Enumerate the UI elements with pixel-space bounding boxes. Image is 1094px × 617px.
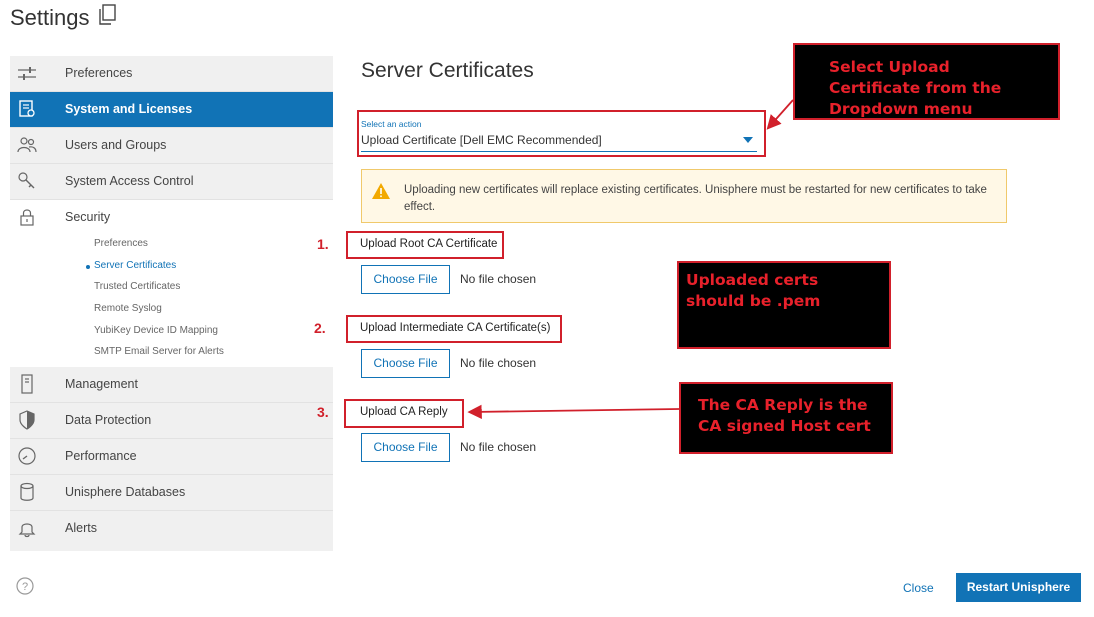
- step-number: 2.: [314, 320, 326, 336]
- upload-title-intermediate-ca: Upload Intermediate CA Certificate(s): [360, 322, 551, 334]
- warning-icon: [372, 183, 390, 199]
- sidebar-item-security[interactable]: Security: [10, 200, 333, 236]
- sidebar-item-system-access-control[interactable]: System Access Control: [10, 164, 333, 200]
- sidebar-item-alerts[interactable]: Alerts: [10, 511, 333, 547]
- file-status: No file chosen: [460, 272, 537, 286]
- svg-text:?: ?: [22, 581, 28, 593]
- sidebar-subitem-remote-syslog[interactable]: Remote Syslog: [94, 303, 162, 314]
- file-status: No file chosen: [460, 440, 537, 454]
- gauge-icon: [18, 447, 36, 465]
- sidebar-subitem-trusted-certificates[interactable]: Trusted Certificates: [94, 281, 180, 292]
- choose-file-ca-reply-button[interactable]: Choose File: [361, 433, 450, 462]
- choose-file-root-ca-button[interactable]: Choose File: [361, 265, 450, 294]
- sliders-icon: [18, 67, 36, 80]
- warning-banner: Uploading new certificates will replace …: [361, 169, 1007, 223]
- choose-file-intermediate-ca-button[interactable]: Choose File: [361, 349, 450, 378]
- annotation-callout-dropdown: Select Upload Certificate from the Dropd…: [793, 43, 1060, 120]
- sidebar-subitem-yubikey-mapping[interactable]: YubiKey Device ID Mapping: [94, 325, 218, 336]
- annotation-text: The CA Reply is the CA signed Host cert: [698, 396, 871, 435]
- database-icon: [20, 482, 34, 501]
- sidebar-item-label: Management: [65, 377, 138, 391]
- sidebar-item-system-and-licenses[interactable]: System and Licenses: [10, 92, 333, 128]
- users-icon: [17, 137, 37, 153]
- sidebar-item-label: Preferences: [65, 66, 133, 80]
- annotation-callout-pem: Uploaded certs should be .pem: [677, 261, 891, 349]
- sidebar-subitem-smtp-email-server[interactable]: SMTP Email Server for Alerts: [94, 346, 224, 357]
- sidebar-item-label: Security: [65, 210, 111, 224]
- page-title: Settings: [10, 5, 90, 30]
- key-icon: [18, 172, 35, 189]
- arrow-to-dropdown: [766, 99, 794, 130]
- sidebar-item-users-and-groups[interactable]: Users and Groups: [10, 128, 333, 164]
- sidebar-item-label: Performance: [65, 449, 137, 463]
- lock-icon: [20, 209, 34, 226]
- step-number: 1.: [317, 236, 329, 252]
- sidebar-subitem-server-certificates[interactable]: Server Certificates: [94, 260, 176, 271]
- bell-icon: [18, 523, 36, 538]
- sidebar-item-label: Users and Groups: [65, 138, 167, 152]
- active-indicator-dot: [86, 265, 90, 269]
- annotation-callout-ca-reply: The CA Reply is the CA signed Host cert: [679, 382, 893, 454]
- sidebar-item-preferences[interactable]: Preferences: [10, 56, 333, 92]
- restart-unisphere-button[interactable]: Restart Unisphere: [956, 573, 1081, 602]
- arrow-to-ca-reply: [467, 404, 680, 420]
- file-status: No file chosen: [460, 356, 537, 370]
- annotation-text: Select Upload Certificate from the Dropd…: [829, 58, 1002, 118]
- sidebar-subitem-preferences[interactable]: Preferences: [94, 238, 148, 249]
- server-icon: [21, 374, 33, 394]
- sidebar-item-management[interactable]: Management: [10, 367, 333, 403]
- sidebar-item-label: Alerts: [65, 521, 97, 535]
- shield-icon: [19, 410, 35, 430]
- main-title: Server Certificates: [361, 59, 534, 82]
- sidebar-item-label: System and Licenses: [65, 102, 193, 116]
- help-icon[interactable]: ?: [16, 577, 34, 595]
- upload-title-root-ca: Upload Root CA Certificate: [360, 238, 498, 250]
- copy-icon[interactable]: [97, 4, 117, 26]
- sidebar-item-label: Data Protection: [65, 413, 152, 427]
- step-number: 3.: [317, 404, 329, 420]
- sidebar-item-label: Unisphere Databases: [65, 485, 186, 499]
- warning-text: Uploading new certificates will replace …: [404, 184, 987, 213]
- upload-title-ca-reply: Upload CA Reply: [360, 406, 448, 418]
- sidebar-item-data-protection[interactable]: Data Protection: [10, 403, 333, 439]
- sidebar-item-label: System Access Control: [65, 174, 194, 188]
- sidebar-item-unisphere-databases[interactable]: Unisphere Databases: [10, 475, 333, 511]
- close-button[interactable]: Close: [903, 581, 934, 595]
- annotation-text: Uploaded certs should be .pem: [686, 271, 821, 310]
- annotation-box-dropdown: [357, 110, 766, 157]
- sidebar-item-performance[interactable]: Performance: [10, 439, 333, 475]
- license-icon: [19, 100, 35, 117]
